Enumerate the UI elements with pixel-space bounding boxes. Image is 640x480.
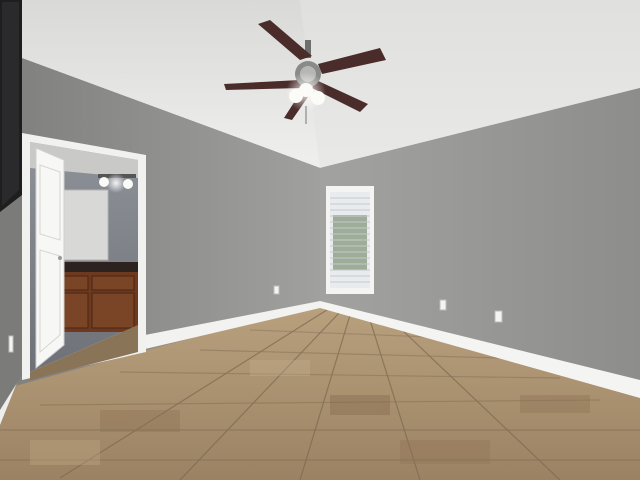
light-switch: [8, 335, 14, 353]
window-blinds-icon: [326, 186, 374, 294]
outlet-back-wall: [439, 299, 447, 311]
room-photo: [0, 0, 640, 480]
vanity-cabinet: [60, 272, 138, 332]
bathroom-mirror: [61, 189, 109, 261]
outlet-left-wall: [273, 285, 280, 295]
outlet-right-wall: [494, 310, 503, 323]
door-icon: [35, 147, 65, 370]
tv-icon: [0, 0, 22, 212]
